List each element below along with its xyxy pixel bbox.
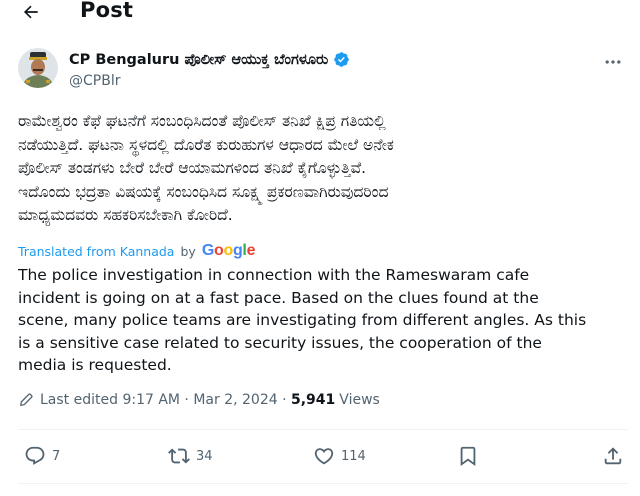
google-logo-letter: g	[232, 242, 243, 259]
post-translated-text: The police investigation in connection w…	[18, 264, 628, 377]
post-text-line: ರಾಮೇಶ್ವರಂ ಕೆಫೆ ಘಟನೆಗೆ ಸಂಬಂಧಿಸಿದಂತೆ ಪೊಲೀಸ…	[18, 112, 386, 130]
like-button[interactable]: 114	[313, 445, 366, 467]
like-count: 114	[341, 448, 366, 464]
translation-line: scene, many police teams are investigati…	[18, 311, 587, 329]
translation-line: The police investigation in connection w…	[18, 266, 530, 284]
divider	[18, 483, 628, 484]
top-bar: Post	[0, 0, 640, 30]
repost-icon	[168, 448, 190, 464]
avatar-image	[18, 48, 58, 88]
post-text-line: ಪೊಲೀಸ್ ತಂಡಗಳು ಬೇರೆ ಬೇರೆ ಆಯಾಮಗಳಿಂದ ತನಿಖೆ …	[18, 159, 367, 177]
arrow-left-icon	[23, 5, 38, 19]
last-edited-timestamp[interactable]: Last edited 9:17 AM · Mar 2, 2024	[40, 392, 278, 408]
repost-button[interactable]: 34	[168, 445, 213, 467]
reply-button[interactable]: 7	[24, 445, 60, 467]
translation-line: media is requested.	[18, 356, 172, 374]
reply-count: 7	[52, 448, 61, 464]
translation-line: incident is going on at a fast pace. Bas…	[18, 288, 539, 307]
avatar[interactable]	[18, 48, 58, 88]
repost-count: 34	[196, 448, 213, 464]
post-text-line: ಮಾಧ್ಯಮದವರು ಸಹಕರಿಸಬೇಕಾಗಿ ಕೋರಿದೆ.	[18, 206, 233, 224]
google-logo-letter: G	[201, 242, 214, 259]
heart-icon	[314, 448, 334, 465]
more-options-button[interactable]	[598, 50, 628, 74]
author-display-name: CP Bengaluru ಪೊಲೀಸ್ ಆಯುಕ್ತ ಬೆಂಗಳೂರು	[69, 51, 329, 68]
google-logo-letter: o	[223, 242, 233, 259]
meta-separator: ·	[277, 392, 291, 408]
translated-from-link[interactable]: Translated from Kannada	[18, 244, 174, 259]
verified-badge-icon	[334, 52, 349, 67]
views-label: Views	[339, 392, 380, 408]
share-icon	[604, 447, 622, 465]
google-logo: Google	[201, 242, 256, 260]
author-name[interactable]: CP Bengaluru ಪೊಲೀಸ್ ಆಯುಕ್ತ ಬೆಂಗಳೂರು	[69, 51, 350, 68]
post-meta: Last edited 9:17 AM · Mar 2, 2024 · 5,94…	[18, 392, 380, 408]
translated-by-label: by	[180, 243, 196, 259]
views-count: 5,941	[291, 392, 336, 408]
bookmark-button[interactable]	[457, 445, 479, 467]
translation-attribution: Translated from Kannada by Google	[18, 242, 255, 260]
back-button[interactable]	[14, 0, 48, 24]
pencil-icon	[20, 393, 33, 406]
post-original-text: ರಾಮೇಶ್ವರಂ ಕೆಫೆ ಘಟನೆಗೆ ಸಂಬಂಧಿಸಿದಂತೆ ಪೊಲೀಸ…	[18, 110, 628, 228]
translation-line: is a sensitive case related to security …	[18, 333, 542, 352]
divider	[18, 429, 628, 430]
action-bar: 7 34 114	[0, 433, 640, 479]
post-text-line: ಇದೊಂದು ಭದ್ರತಾ ವಿಷಯಕ್ಕೆ ಸಂಬಂಧಿಸಿದ ಸೂಕ್ಷ್ಮ…	[18, 182, 389, 201]
share-button[interactable]	[602, 445, 624, 467]
post-text-line: ನಡೆಯುತ್ತಿದೆ. ಘಟನಾ ಸ್ಥಳದಲ್ಲಿ ದೊರೆತ ಕುರುಹು…	[18, 135, 394, 154]
author-handle[interactable]: @CPBlr	[69, 73, 120, 89]
page-title: Post	[80, 0, 134, 22]
more-horizontal-icon	[605, 60, 621, 64]
reply-icon	[25, 446, 45, 465]
google-logo-letter: e	[246, 242, 256, 259]
bookmark-icon	[460, 446, 476, 467]
